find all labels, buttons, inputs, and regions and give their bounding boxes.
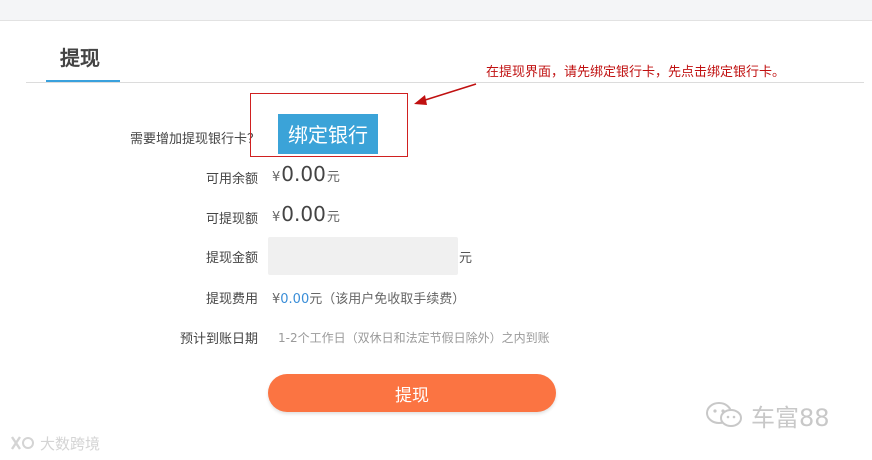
withdraw-submit-button[interactable]: 提现 — [268, 374, 556, 412]
fee-label: 提现费用 — [205, 292, 258, 307]
currency-unit: 元 — [326, 170, 340, 185]
withdraw-amount-label: 提现金额 — [205, 251, 258, 266]
logo-icon — [11, 436, 34, 450]
bind-bank-card-button[interactable]: 绑定银行卡 — [278, 114, 378, 187]
annotation-note: 在提现界面，请先绑定银行卡，先点击绑定银行卡。 — [486, 65, 786, 80]
currency-symbol: ¥ — [272, 210, 281, 225]
tab-withdraw[interactable]: 提现 — [46, 44, 120, 82]
withdrawable-value: ¥0.00元 — [272, 202, 340, 226]
currency-symbol: ¥ — [272, 170, 281, 185]
currency-unit: 元 — [326, 210, 340, 225]
bind-card-prompt: 需要增加提现银行卡？ — [129, 132, 260, 147]
fee-note: 元（该用户免收取手续费） — [309, 292, 466, 307]
watermark-left: 大数跨境 — [8, 432, 100, 454]
watermark-right-text: 车富88 — [751, 403, 830, 432]
withdraw-amount-unit: 元 — [459, 251, 473, 266]
fee-amount: 0.00 — [280, 292, 310, 307]
wechat-icon — [706, 402, 742, 427]
available-balance-amount: 0.00 — [281, 162, 326, 186]
watermark-left-text: 大数跨境 — [40, 434, 101, 453]
watermark-right: 车富88 — [705, 398, 830, 432]
withdrawable-amount: 0.00 — [281, 202, 326, 226]
available-balance-label: 可用余额 — [205, 172, 258, 187]
withdrawable-label: 可提现额 — [205, 212, 258, 227]
arrival-date-label: 预计到账日期 — [179, 332, 258, 347]
fee-value: ¥0.00元（该用户免收取手续费） — [272, 288, 465, 307]
arrow-icon — [414, 83, 477, 105]
available-balance-value: ¥0.00元 — [272, 162, 340, 186]
withdraw-page: 提现 在提现界面，请先绑定银行卡，先点击绑定银行卡。 需要增加提现银行卡？ 绑定… — [0, 0, 872, 460]
arrival-date-text: 1-2个工作日（双休日和法定节假日除外）之内到账 — [278, 331, 550, 345]
top-band — [0, 0, 872, 21]
withdraw-amount-input[interactable] — [268, 237, 458, 275]
